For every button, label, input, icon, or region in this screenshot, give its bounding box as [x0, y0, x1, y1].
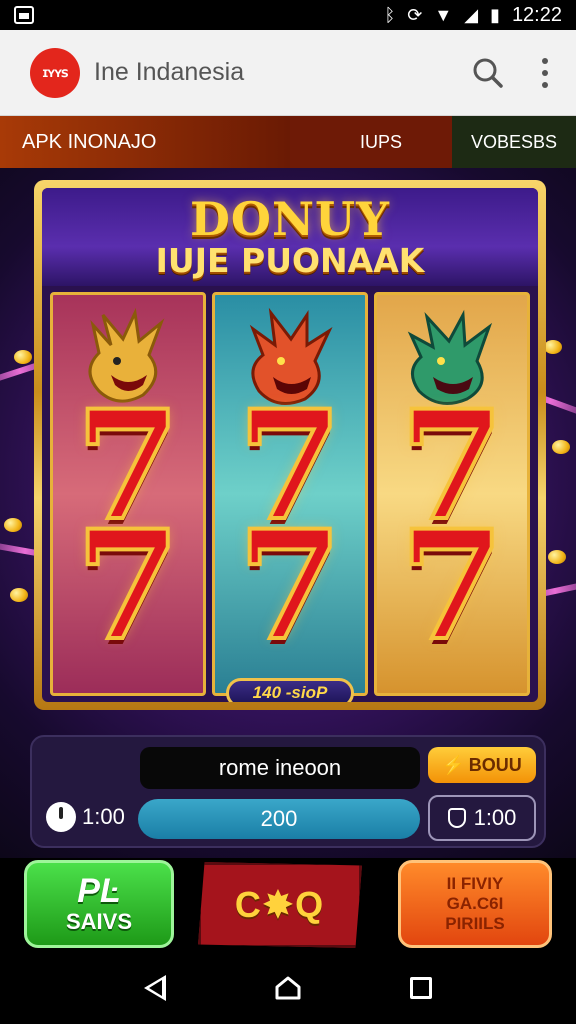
control-panel: rome ineoon ⚡ BOUU 1:00 200 1:00: [30, 735, 546, 848]
timer-right-button[interactable]: 1:00: [428, 795, 536, 841]
nav-tab-vobesbs[interactable]: VOBESBS: [452, 116, 576, 168]
search-button[interactable]: [468, 53, 508, 93]
app-screen: ᛒ ⟳ ▼ ◢ ▮ 12:22 ɪʏʏꜱ Ine Indanesia APK I…: [0, 0, 576, 1024]
win-plaque: 140 -sioP: [226, 678, 354, 702]
menu-dot-icon: [542, 81, 548, 88]
recent-apps-icon[interactable]: [409, 977, 432, 999]
gallery-notification-icon: [14, 6, 34, 24]
site-logo[interactable]: ɪʏʏꜱ: [30, 47, 80, 98]
battery-icon: ▮: [490, 5, 500, 25]
promo-line-3: PIRIILS: [445, 914, 505, 933]
timer-left: 1:00: [46, 799, 125, 835]
slot-machine-body: DONUY IUJE PUONAAK 7 7 7 7 7 7 140 -sioP: [42, 188, 538, 702]
promo-line-1: II FIVIY: [446, 874, 504, 893]
bonus-button-label: BOUU: [468, 754, 522, 775]
menu-dot-icon: [542, 57, 548, 64]
wifi-icon: ▼: [434, 5, 453, 25]
home-icon[interactable]: [275, 976, 301, 1000]
center-promo-button[interactable]: C✸Q: [198, 862, 362, 948]
reel-symbol-seven: 7: [236, 498, 344, 674]
menu-dot-icon: [542, 69, 548, 76]
signal-icon: ◢: [464, 5, 479, 25]
status-bar: ᛒ ⟳ ▼ ◢ ▮ 12:22: [0, 0, 576, 30]
site-nav: APK INONAJO IUPS VOBESBS: [0, 116, 576, 168]
clock-icon: [46, 802, 76, 832]
game-title: DONUY: [190, 192, 390, 246]
reel-symbol-seven: 7: [74, 498, 182, 674]
reel-2: 7 7: [212, 292, 368, 696]
slot-game-area: DONUY IUJE PUONAAK 7 7 7 7 7 7 140 -sioP…: [0, 168, 576, 858]
slot-machine-frame: DONUY IUJE PUONAAK 7 7 7 7 7 7 140 -sioP: [34, 180, 546, 710]
coin-icon: [4, 518, 22, 532]
coin-icon: [14, 350, 32, 364]
coin-icon: [544, 340, 562, 354]
search-icon: [473, 58, 503, 88]
play-button[interactable]: PĿ SAIVS: [24, 860, 174, 948]
coin-icon: [548, 550, 566, 564]
nav-tab-iups[interactable]: IUPS: [290, 116, 452, 168]
bet-amount-bar[interactable]: 200: [138, 799, 420, 839]
reel-group: 7 7 7 7 7 7: [50, 292, 530, 696]
game-title-banner: DONUY IUJE PUONAAK: [42, 188, 538, 286]
timer-right-value: 1:00: [473, 805, 517, 830]
status-time: 12:22: [511, 3, 562, 26]
play-button-title: PĿ: [77, 872, 121, 910]
site-title: Ine Indanesia: [94, 58, 245, 86]
overflow-menu-button[interactable]: [538, 53, 552, 93]
reel-1: 7 7: [50, 292, 206, 696]
status-icons: ᛒ ⟳ ▼ ◢ ▮ 12:22: [384, 4, 562, 27]
lightning-icon: ⚡: [442, 754, 465, 775]
timer-left-value: 1:00: [82, 804, 125, 829]
browser-toolbar: ɪʏʏꜱ Ine Indanesia: [0, 30, 576, 116]
game-subtitle: IUJE PUONAAK: [155, 241, 425, 280]
coin-icon: [552, 440, 570, 454]
nav-tab-apk[interactable]: APK INONAJO: [0, 116, 290, 168]
back-icon[interactable]: [144, 975, 167, 1001]
bonus-button[interactable]: ⚡ BOUU: [428, 747, 536, 783]
sync-icon: ⟳: [407, 5, 423, 25]
promo-line-2: GA.C6I: [446, 894, 504, 913]
action-button-row: PĿ SAIVS C✸Q II FIVIY GA.C6I PIRIILS: [0, 858, 576, 952]
reel-3: 7 7: [374, 292, 530, 696]
player-input-field[interactable]: rome ineoon: [140, 747, 420, 789]
play-button-subtitle: SAIVS: [65, 909, 133, 934]
promo-button[interactable]: II FIVIY GA.C6I PIRIILS: [398, 860, 552, 948]
shield-icon: [447, 808, 466, 828]
bluetooth-icon: ᛒ: [384, 5, 396, 25]
coin-icon: [10, 588, 28, 602]
reel-symbol-seven: 7: [398, 498, 506, 674]
system-navigation-bar: [0, 952, 576, 1024]
